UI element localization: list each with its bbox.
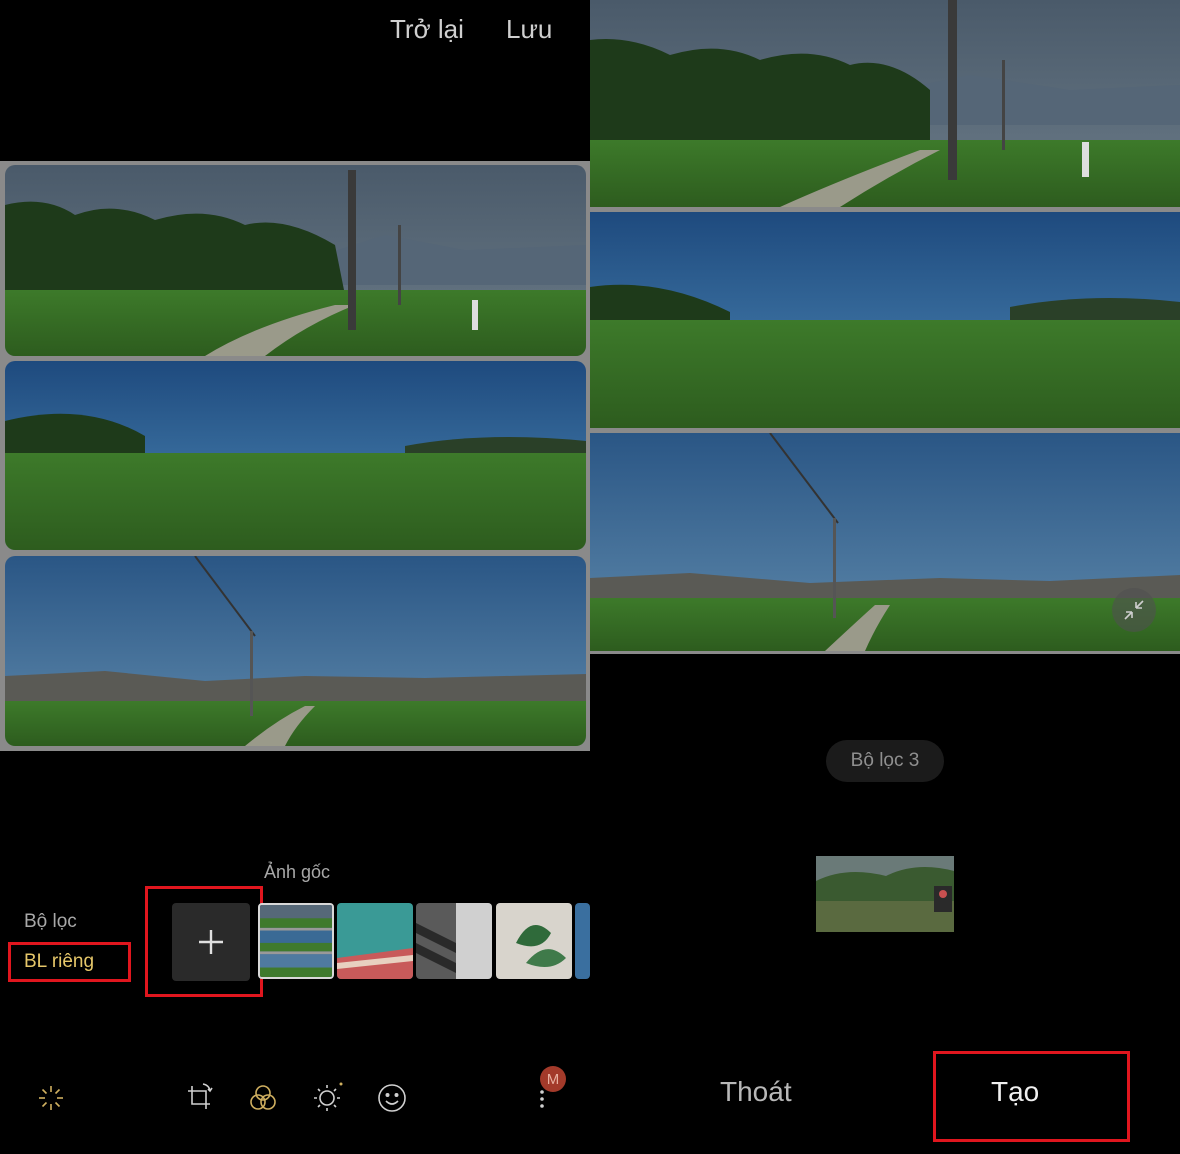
filter-thumbnail-5[interactable]: [575, 903, 590, 979]
preview-photo-3: [590, 433, 1180, 651]
save-button[interactable]: Lưu: [506, 14, 552, 45]
notification-badge: M: [540, 1066, 566, 1092]
filter-thumbnail-3[interactable]: [416, 903, 492, 979]
collage-photo-2[interactable]: [5, 361, 586, 550]
collage-photo-3[interactable]: [5, 556, 586, 746]
exit-button[interactable]: Thoát: [720, 1076, 792, 1108]
auto-enhance-icon[interactable]: [33, 1080, 69, 1116]
preview-photo-2: [590, 212, 1180, 428]
back-button[interactable]: Trở lại: [390, 14, 464, 45]
crop-rotate-icon[interactable]: [181, 1080, 217, 1116]
filter-thumbnail-original[interactable]: [258, 903, 334, 979]
original-photo-label: Ảnh gốc: [264, 862, 331, 882]
collapse-icon[interactable]: [1112, 588, 1156, 632]
highlight-add-filter: [145, 886, 263, 997]
filter-thumbnail-2[interactable]: [337, 903, 413, 979]
badge-text: M: [546, 1070, 560, 1088]
filter-name-label: Bộ lọc 3: [850, 750, 920, 771]
sticker-icon[interactable]: [374, 1080, 410, 1116]
preview-photo-1: [590, 0, 1180, 207]
highlight-custom-filter: [8, 942, 131, 982]
filter-name-pill: Bộ lọc 3: [826, 740, 944, 782]
collage-photo-1[interactable]: [5, 165, 586, 356]
filter-icon[interactable]: [245, 1080, 281, 1116]
filter-preview-thumbnail: [816, 856, 954, 932]
highlight-create-button: [933, 1051, 1130, 1142]
brightness-icon[interactable]: [309, 1080, 345, 1116]
filter-thumbnail-4[interactable]: [496, 903, 572, 979]
filter-category-label[interactable]: Bộ lọc: [24, 911, 77, 933]
